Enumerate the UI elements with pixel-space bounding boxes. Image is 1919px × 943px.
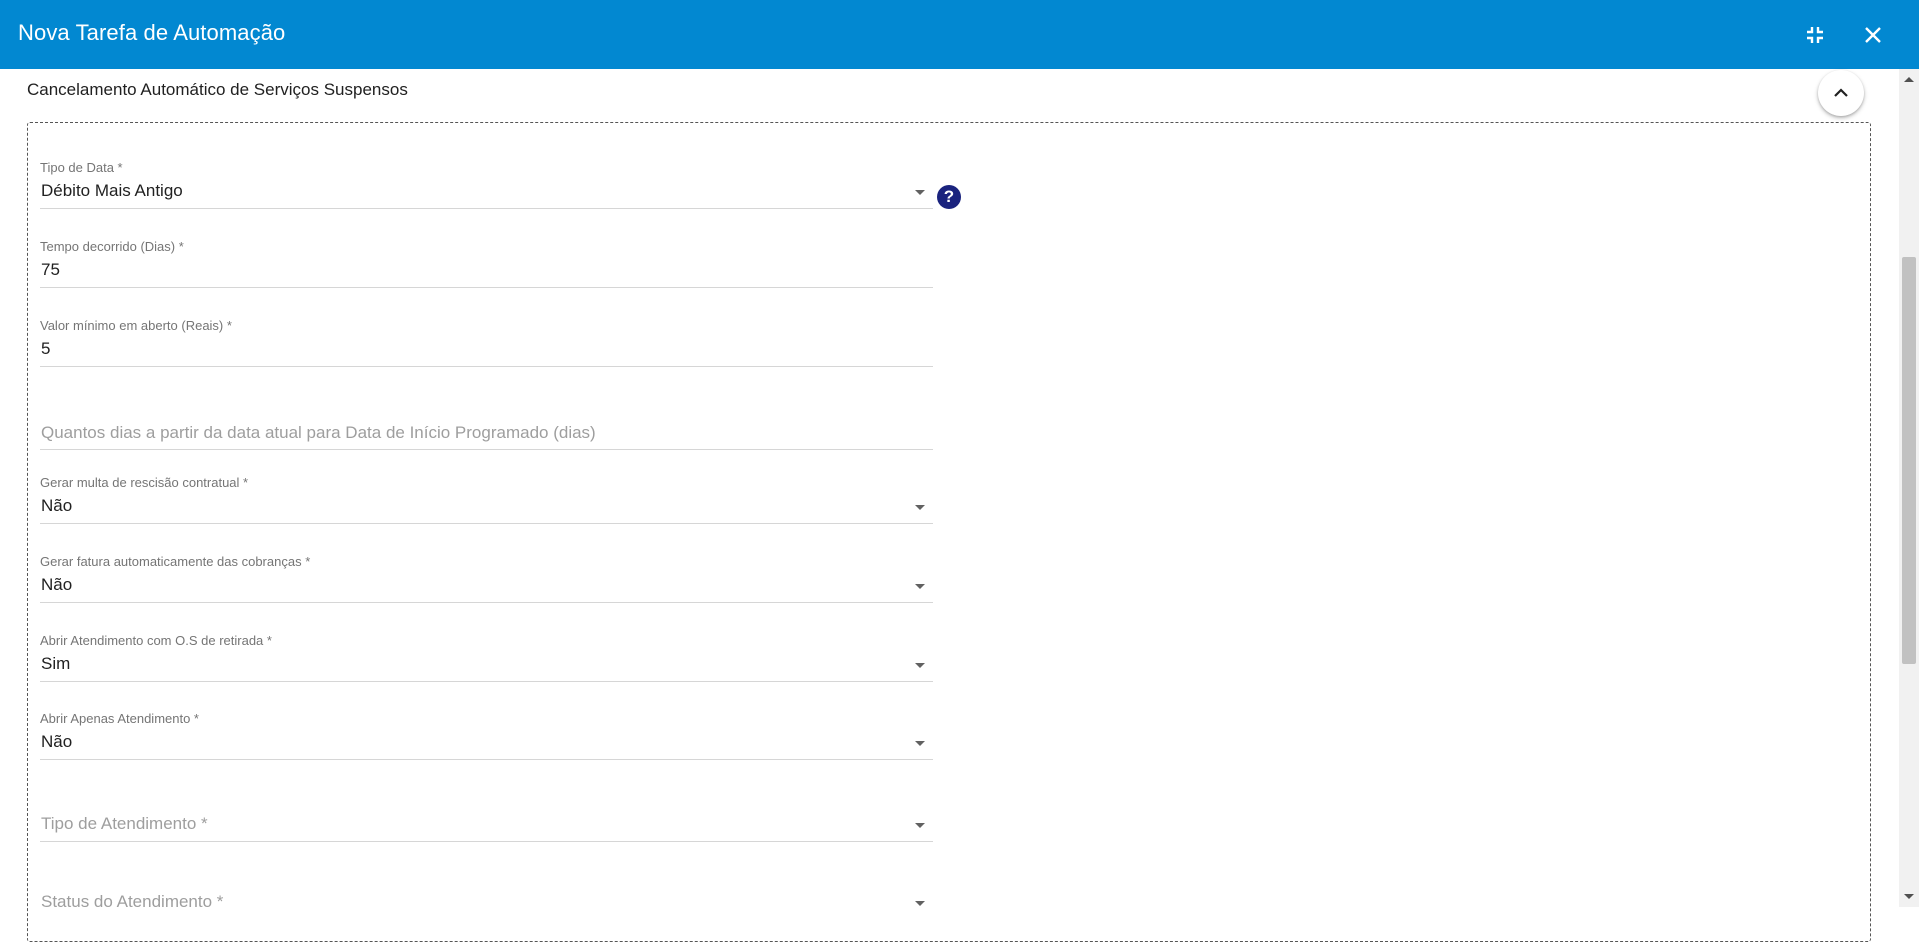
chevron-up-icon [1834,88,1848,97]
apenas-atendimento-value: Não [41,732,73,751]
collapse-section-button[interactable] [1818,70,1864,116]
dropdown-arrow-icon [915,823,925,828]
multa-rescisao-select[interactable]: Gerar multa de rescisão contratual * Não [40,475,933,545]
fullscreen-exit-icon [1807,27,1823,43]
valor-minimo-input[interactable]: Valor mínimo em aberto (Reais) * 5 [40,318,933,388]
field-underline [40,759,933,760]
field-underline [40,841,933,842]
dias-inicio-placeholder: Quantos dias a partir da data atual para… [41,423,596,442]
scroll-up-arrow-icon[interactable] [1904,77,1914,82]
tipo-atendimento-placeholder: Tipo de Atendimento * [41,814,208,833]
section-title: Cancelamento Automático de Serviços Susp… [27,80,408,99]
close-icon [1865,27,1881,43]
dropdown-arrow-icon [915,741,925,746]
field-underline [40,681,933,682]
field-underline [40,602,933,603]
atendimento-os-value: Sim [41,654,71,673]
dias-inicio-input[interactable]: Quantos dias a partir da data atual para… [40,404,933,474]
tempo-decorrido-input[interactable]: Tempo decorrido (Dias) * 75 [40,239,933,309]
multa-rescisao-label: Gerar multa de rescisão contratual * [40,475,249,490]
scrollbar-thumb[interactable] [1902,257,1916,664]
field-underline [40,208,933,209]
valor-minimo-label: Valor mínimo em aberto (Reais) * [40,318,232,333]
apenas-atendimento-label: Abrir Apenas Atendimento * [40,711,199,726]
tipo-data-label: Tipo de Data * [40,160,123,175]
dropdown-arrow-icon [915,190,925,195]
close-button[interactable] [1855,17,1891,53]
fatura-auto-label: Gerar fatura automaticamente das cobranç… [40,554,311,569]
dropdown-arrow-icon [915,505,925,510]
help-icon[interactable]: ? [937,185,961,209]
fatura-auto-select[interactable]: Gerar fatura automaticamente das cobranç… [40,554,933,624]
tempo-decorrido-label: Tempo decorrido (Dias) * [40,239,184,254]
status-atendimento-placeholder: Status do Atendimento * [41,892,224,911]
fatura-auto-value: Não [41,575,73,594]
atendimento-os-label: Abrir Atendimento com O.S de retirada * [40,633,272,648]
tipo-data-select[interactable]: Tipo de Data * Débito Mais Antigo [40,160,933,230]
dropdown-arrow-icon [915,663,925,668]
field-underline [40,287,933,288]
scroll-down-arrow-icon[interactable] [1904,894,1914,899]
dropdown-arrow-icon [915,584,925,589]
vertical-scrollbar[interactable] [1899,69,1919,907]
field-underline [40,523,933,524]
field-underline [40,366,933,367]
tempo-decorrido-value: 75 [41,260,60,279]
field-underline [40,449,933,450]
apenas-atendimento-select[interactable]: Abrir Apenas Atendimento * Não [40,711,933,781]
valor-minimo-value: 5 [41,339,51,358]
atendimento-os-select[interactable]: Abrir Atendimento com O.S de retirada * … [40,633,933,703]
status-atendimento-select[interactable]: Status do Atendimento * [40,873,933,943]
dropdown-arrow-icon [915,901,925,906]
tipo-data-value: Débito Mais Antigo [41,181,183,200]
multa-rescisao-value: Não [41,496,73,515]
dialog-header: Nova Tarefa de Automação [0,0,1919,69]
fullscreen-exit-button[interactable] [1797,17,1833,53]
tipo-atendimento-select[interactable]: Tipo de Atendimento * [40,795,933,865]
dialog-title: Nova Tarefa de Automação [18,20,286,45]
